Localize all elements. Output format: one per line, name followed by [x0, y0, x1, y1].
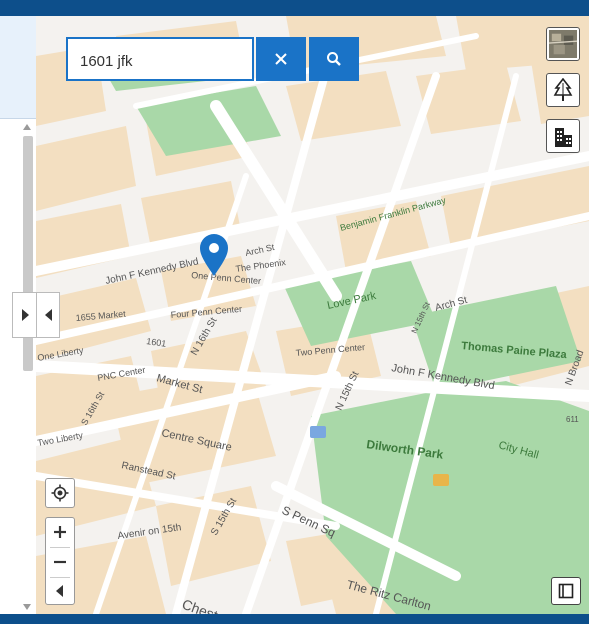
zoom-out-button[interactable]: [46, 548, 74, 576]
satellite-thumbnail-icon: [549, 30, 577, 58]
basemap-toggle-button[interactable]: [546, 27, 580, 61]
collapse-panel-button[interactable]: [37, 293, 60, 337]
scroll-up-arrow-icon[interactable]: [23, 124, 31, 130]
tree-layer-icon: [553, 78, 573, 101]
building-layer-button[interactable]: [546, 119, 580, 153]
close-icon: [275, 53, 287, 65]
search-box[interactable]: [66, 37, 254, 81]
tree-layer-button[interactable]: [546, 73, 580, 107]
zoom-in-button[interactable]: [46, 518, 74, 546]
crosshair-icon: [51, 484, 69, 502]
zoom-controls: [45, 517, 75, 605]
caret-left-icon: [44, 309, 52, 321]
clear-search-button[interactable]: [256, 37, 306, 81]
compass-icon: [56, 585, 63, 597]
header-bar: [0, 0, 589, 16]
search-icon: [327, 52, 341, 66]
panel-collapse-control[interactable]: [12, 292, 60, 338]
legend-icon: [558, 583, 574, 599]
map-graphic: John F Kennedy Blvd John F Kennedy Blvd …: [36, 16, 589, 614]
landmark-icon: [433, 474, 449, 486]
route-label: 611: [566, 415, 579, 424]
plus-icon: [54, 526, 66, 538]
locate-button[interactable]: [45, 478, 75, 508]
transit-icon: [310, 426, 326, 438]
search-button[interactable]: [309, 37, 359, 81]
footer-bar: [0, 614, 589, 624]
expand-panel-button[interactable]: [13, 293, 36, 337]
building-layer-icon: [555, 128, 572, 147]
side-panel-scrollbar[interactable]: [20, 122, 36, 612]
minus-icon: [54, 560, 66, 564]
compass-button[interactable]: [46, 577, 74, 605]
scroll-down-arrow-icon[interactable]: [23, 604, 31, 610]
legend-button[interactable]: [551, 577, 581, 605]
map-canvas[interactable]: John F Kennedy Blvd John F Kennedy Blvd …: [36, 16, 589, 614]
caret-right-icon: [21, 309, 29, 321]
search-input[interactable]: [80, 51, 240, 71]
side-panel-header: [0, 16, 38, 119]
